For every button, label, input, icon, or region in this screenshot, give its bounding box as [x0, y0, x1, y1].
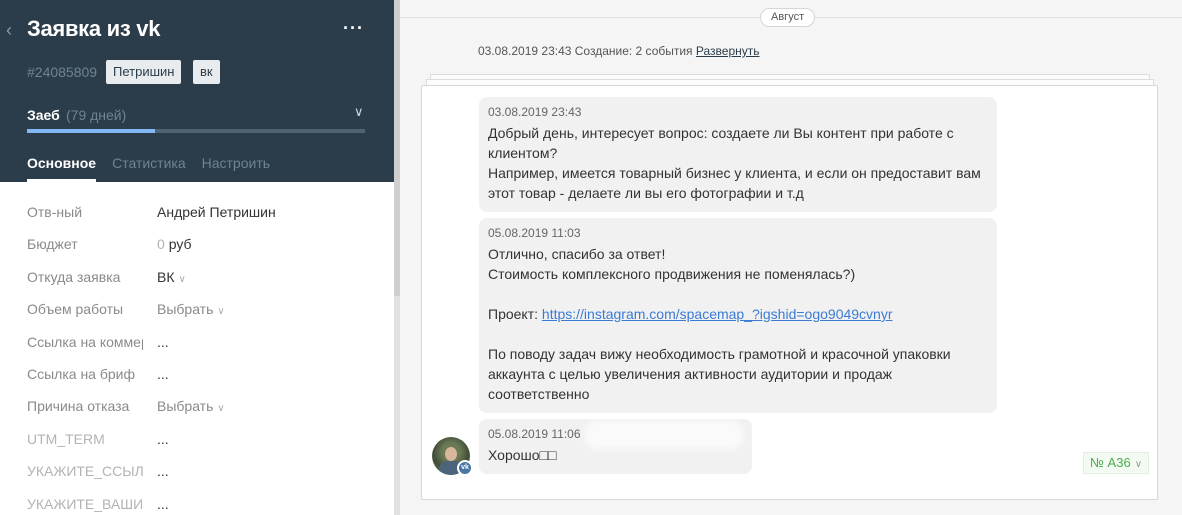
conversation-card: 03.08.2019 23:43 Добрый день, интересует…: [421, 85, 1158, 500]
lead-header: ‹ Заявка из vk ··· #24085809 Петришин вк…: [0, 0, 394, 182]
redacted-sender: [589, 425, 739, 445]
tag-vk[interactable]: вк: [193, 60, 220, 84]
chevron-down-icon[interactable]: ∨: [1135, 459, 1142, 470]
field-label: Отв-ный: [27, 204, 83, 220]
feed-panel: Август 03.08.2019 23:43 Создание: 2 собы…: [400, 0, 1182, 515]
field-value[interactable]: ...: [157, 334, 169, 350]
field-label: УКАЖИТЕ_ССЫЛКУ: [27, 463, 143, 480]
lead-sidebar: ‹ Заявка из vk ··· #24085809 Петришин вк…: [0, 0, 394, 515]
message-line: соответственно: [488, 386, 590, 402]
message-line: [488, 284, 985, 304]
field-label: Причина отказа: [27, 398, 130, 415]
message-time: 05.08.2019 11:03: [488, 226, 581, 240]
message-line: Стоимость комплексного продвижения не по…: [488, 266, 856, 282]
field-label: Бюджет: [27, 236, 78, 253]
lead-id: #24085809: [27, 64, 98, 80]
budget-input[interactable]: 0 руб: [157, 236, 192, 252]
message-line: аккаунта с целью увеличения активности а…: [488, 366, 893, 382]
field-label: Ссылка на бриф: [27, 365, 136, 382]
field-responsible: Отв-ный Андрей Петришин: [0, 196, 394, 228]
message-line: Например, имеется товарный бизнес у клие…: [488, 165, 981, 181]
lead-fields: Отв-ный Андрей Петришин Бюджет 0 руб Отк…: [0, 196, 394, 515]
field-value[interactable]: ...: [157, 463, 169, 479]
field-value[interactable]: ...: [157, 496, 169, 512]
message-line: Хорошо□□: [488, 447, 557, 463]
month-label: Август: [760, 8, 816, 27]
field-label: УКАЖИТЕ_ВАШИ_: [27, 495, 143, 512]
budget-currency: руб: [168, 236, 192, 253]
message-line: [488, 324, 985, 344]
message-line: Добрый день, интересует вопрос: создаете…: [488, 125, 954, 141]
chevron-down-icon[interactable]: ∨: [217, 403, 224, 414]
work-volume-value[interactable]: Выбрать: [157, 301, 213, 317]
message-project-line: Проект: https://instagram.com/spacemap_?…: [488, 304, 985, 324]
field-source: Откуда заявка ВК ∨: [0, 261, 394, 293]
chevron-down-icon[interactable]: ∨: [217, 306, 224, 317]
field-budget: Бюджет 0 руб: [0, 228, 394, 260]
message-line: Отлично, спасибо за ответ!: [488, 246, 666, 262]
message-time: 03.08.2019 23:43: [488, 105, 582, 119]
more-icon[interactable]: ···: [343, 18, 364, 39]
field-label: UTM_TERM: [27, 430, 105, 447]
message-line: По поводу задач вижу необходимость грамо…: [488, 346, 951, 362]
lead-title[interactable]: Заявка из vk: [27, 16, 160, 42]
field-brief-link: Ссылка на бриф ...: [0, 358, 394, 390]
message-line: этот товар - делаете ли вы его фотографи…: [488, 185, 804, 201]
field-utm-term: UTM_TERM ...: [0, 423, 394, 455]
field-label: Ссылка на коммерческое: [27, 333, 143, 350]
tab-main[interactable]: Основное: [27, 155, 97, 182]
lead-tabs: Основное Статистика Настроить: [27, 155, 270, 182]
project-label: Проект:: [488, 306, 542, 322]
event-summary-text: 03.08.2019 23:43 Создание: 2 события: [478, 44, 693, 58]
work-volume-select[interactable]: Выбрать ∨: [157, 301, 225, 317]
chevron-left-icon[interactable]: ‹: [6, 20, 18, 40]
tag-petrishin[interactable]: Петришин: [106, 60, 182, 84]
field-value[interactable]: Андрей Петришин: [157, 204, 276, 220]
talk-number-badge[interactable]: № А36 ∨: [1083, 452, 1150, 474]
field-specify-link: УКАЖИТЕ_ССЫЛКУ ...: [0, 455, 394, 487]
event-summary: 03.08.2019 23:43 Создание: 2 события Раз…: [478, 44, 760, 58]
stage-name[interactable]: Заеб: [27, 107, 60, 123]
source-select[interactable]: ВК ∨: [157, 269, 186, 285]
talk-number[interactable]: № А36: [1090, 455, 1131, 470]
message-bubble: 05.08.2019 11:03 Отлично, спасибо за отв…: [479, 218, 997, 413]
avatar-face: [445, 447, 457, 461]
chevron-down-icon[interactable]: ∨: [179, 274, 186, 285]
message-line: клиентом?: [488, 145, 558, 161]
field-refusal-reason: Причина отказа Выбрать ∨: [0, 390, 394, 422]
project-link[interactable]: https://instagram.com/spacemap_?igshid=o…: [542, 306, 893, 322]
refusal-value[interactable]: Выбрать: [157, 398, 213, 414]
field-label: Откуда заявка: [27, 268, 121, 285]
field-work-volume: Объем работы Выбрать ∨: [0, 293, 394, 325]
stage-days: (79 дней): [66, 107, 127, 123]
field-value[interactable]: ...: [157, 431, 169, 447]
budget-value[interactable]: 0: [157, 236, 165, 252]
field-commercial-link: Ссылка на коммерческое ...: [0, 326, 394, 358]
tab-settings[interactable]: Настроить: [202, 155, 270, 182]
source-value[interactable]: ВК: [157, 269, 175, 285]
field-value[interactable]: ...: [157, 366, 169, 382]
stage-progress-fill: [27, 129, 156, 133]
message-bubble: 05.08.2019 11:06 Хорошо□□: [479, 419, 752, 474]
chevron-down-icon[interactable]: ∨: [354, 104, 364, 120]
stage-progress-bar: [27, 129, 365, 133]
expand-link[interactable]: Развернуть: [696, 44, 760, 58]
field-label: Объем работы: [27, 301, 124, 318]
tab-statistics[interactable]: Статистика: [112, 155, 186, 182]
refusal-select[interactable]: Выбрать ∨: [157, 398, 225, 414]
field-specify-your: УКАЖИТЕ_ВАШИ_ ...: [0, 488, 394, 515]
message-bubble: 03.08.2019 23:43 Добрый день, интересует…: [479, 97, 997, 212]
vk-icon: vk: [457, 460, 473, 476]
